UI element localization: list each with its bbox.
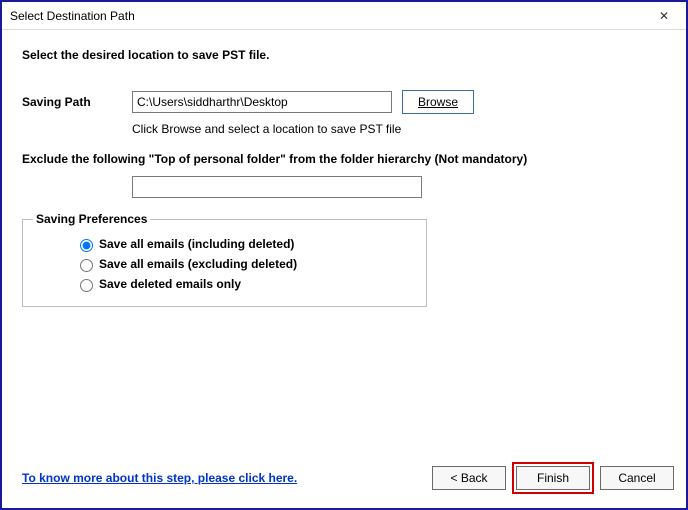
saving-path-label: Saving Path	[22, 95, 132, 109]
saving-path-input[interactable]	[132, 91, 392, 113]
dialog-body: Select the desired location to save PST …	[2, 30, 686, 508]
pref-option-2[interactable]: Save deleted emails only	[75, 276, 416, 292]
title-bar: Select Destination Path ✕	[2, 2, 686, 30]
exclude-label: Exclude the following "Top of personal f…	[22, 152, 666, 166]
instruction-text: Select the desired location to save PST …	[22, 48, 666, 62]
pref-label-1: Save all emails (excluding deleted)	[99, 257, 297, 271]
exclude-input[interactable]	[132, 176, 422, 198]
browse-hint: Click Browse and select a location to sa…	[132, 122, 666, 136]
saving-path-row: Saving Path Browse	[22, 90, 666, 114]
help-link[interactable]: To know more about this step, please cli…	[22, 471, 297, 485]
dialog-footer: To know more about this step, please cli…	[22, 462, 674, 494]
pref-radio-2[interactable]	[80, 279, 93, 292]
saving-preferences-legend: Saving Preferences	[33, 212, 150, 226]
close-button[interactable]: ✕	[648, 5, 680, 27]
saving-preferences-group: Saving Preferences Save all emails (incl…	[22, 212, 427, 307]
back-button[interactable]: < Back	[432, 466, 506, 490]
finish-highlight: Finish	[512, 462, 594, 494]
pref-option-0[interactable]: Save all emails (including deleted)	[75, 236, 416, 252]
dialog-window: Select Destination Path ✕ Select the des…	[0, 0, 688, 510]
pref-radio-0[interactable]	[80, 239, 93, 252]
pref-label-2: Save deleted emails only	[99, 277, 241, 291]
window-title: Select Destination Path	[10, 9, 648, 23]
pref-radio-1[interactable]	[80, 259, 93, 272]
pref-option-1[interactable]: Save all emails (excluding deleted)	[75, 256, 416, 272]
finish-button[interactable]: Finish	[516, 466, 590, 490]
pref-label-0: Save all emails (including deleted)	[99, 237, 294, 251]
cancel-button[interactable]: Cancel	[600, 466, 674, 490]
browse-button[interactable]: Browse	[402, 90, 474, 114]
